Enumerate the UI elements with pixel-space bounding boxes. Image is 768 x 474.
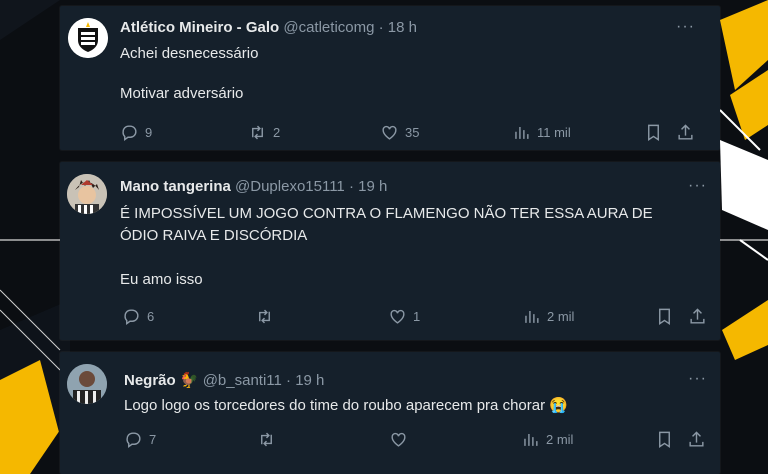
- share-icon: [678, 124, 693, 140]
- views-icon: [515, 126, 529, 139]
- bookmark-button[interactable]: [644, 123, 663, 142]
- bookmark-button[interactable]: [655, 307, 674, 326]
- retweet-icon: [259, 309, 270, 324]
- reply-icon: [124, 309, 139, 326]
- tweet-line: ÓDIO RAIVA E DISCÓRDIA: [120, 227, 308, 244]
- reply-count: 9: [145, 125, 153, 140]
- views-button[interactable]: 2 mil: [521, 430, 573, 449]
- views-count: 2 mil: [547, 309, 575, 324]
- tweet-line: Eu amo isso: [120, 271, 203, 288]
- author-handle[interactable]: @b_santi11: [203, 372, 282, 389]
- tweet-header: Negrão 🐓 @b_santi11 · 19 h: [124, 371, 324, 389]
- reply-count: 7: [149, 432, 157, 447]
- heart-icon: [391, 432, 406, 447]
- author-name[interactable]: Mano tangerina: [120, 178, 231, 195]
- like-button[interactable]: [389, 430, 414, 449]
- views-icon: [524, 433, 538, 446]
- tweet-header: Mano tangerina @Duplexo15111 · 19 h: [120, 178, 387, 195]
- cartoon-avatar-icon: [67, 174, 107, 214]
- crest-avatar-icon: [68, 18, 108, 58]
- like-count: 1: [413, 309, 421, 324]
- views-count: 11 mil: [537, 125, 571, 140]
- bookmark-icon: [659, 431, 670, 448]
- like-button[interactable]: 1: [388, 307, 420, 326]
- author-handle[interactable]: @Duplexo15111: [235, 178, 345, 195]
- reply-count: 6: [147, 309, 155, 324]
- reply-icon: [126, 432, 141, 449]
- reply-icon: [122, 125, 137, 142]
- tweet-card[interactable]: Mano tangerina @Duplexo15111 · 19 h ··· …: [60, 162, 720, 340]
- tweet-card[interactable]: Atlético Mineiro - Galo @catleticomg · 1…: [60, 6, 720, 150]
- more-options-icon[interactable]: ···: [676, 18, 695, 36]
- retweet-button[interactable]: [257, 430, 282, 449]
- reply-button[interactable]: 7: [124, 430, 156, 449]
- tweet-actions: 9 2 35 11 mil: [120, 123, 700, 143]
- tweet-line: [120, 64, 680, 84]
- tweet-actions: 7 2 mil: [124, 430, 714, 450]
- bookmark-icon: [659, 308, 670, 325]
- tweet-text: Logo logo os torcedores do time do roubo…: [124, 396, 714, 416]
- heart-icon: [382, 125, 397, 140]
- share-icon: [690, 308, 705, 324]
- timestamp[interactable]: · 18 h: [379, 19, 417, 36]
- avatar[interactable]: [67, 174, 107, 214]
- retweet-icon: [261, 432, 272, 447]
- tweet-actions: 6 1 2 mil: [122, 307, 712, 327]
- share-button[interactable]: [688, 307, 707, 326]
- author-name[interactable]: Negrão 🐓: [124, 372, 199, 389]
- bookmark-button[interactable]: [655, 430, 674, 449]
- share-button[interactable]: [676, 123, 695, 142]
- tweet-text: Achei desnecessário Motivar adversário: [120, 44, 680, 104]
- tweet-line: Achei desnecessário: [120, 45, 259, 62]
- share-button[interactable]: [687, 430, 706, 449]
- timestamp[interactable]: · 19 h: [349, 178, 387, 195]
- views-button[interactable]: 11 mil: [512, 123, 571, 142]
- retweet-button[interactable]: 2: [248, 123, 280, 142]
- like-button[interactable]: 35: [380, 123, 419, 142]
- views-icon: [525, 310, 539, 323]
- tweet-line: [120, 247, 710, 269]
- reply-button[interactable]: 9: [120, 123, 152, 142]
- views-button[interactable]: 2 mil: [522, 307, 574, 326]
- tweet-line: Motivar adversário: [120, 85, 244, 102]
- more-options-icon[interactable]: ···: [688, 370, 707, 388]
- reply-button[interactable]: 6: [122, 307, 154, 326]
- avatar[interactable]: [68, 18, 108, 58]
- heart-icon: [390, 309, 405, 324]
- like-count: 35: [405, 125, 420, 140]
- avatar[interactable]: [67, 364, 107, 404]
- author-name[interactable]: Atlético Mineiro - Galo: [120, 19, 279, 36]
- retweet-icon: [252, 125, 263, 140]
- retweet-count: 2: [273, 125, 281, 140]
- timestamp[interactable]: · 19 h: [286, 372, 324, 389]
- retweet-button[interactable]: [255, 307, 280, 326]
- tweet-line: É IMPOSSÍVEL UM JOGO CONTRA O FLAMENGO N…: [120, 205, 653, 222]
- share-icon: [689, 431, 704, 447]
- more-options-icon[interactable]: ···: [688, 177, 707, 195]
- author-handle[interactable]: @catleticomg: [283, 19, 374, 36]
- bookmark-icon: [648, 124, 659, 141]
- tweet-card[interactable]: Negrão 🐓 @b_santi11 · 19 h ··· Logo logo…: [60, 352, 720, 474]
- tweet-line: Logo logo os torcedores do time do roubo…: [124, 397, 568, 414]
- views-count: 2 mil: [546, 432, 574, 447]
- photo-avatar-icon: [67, 364, 107, 404]
- tweet-header: Atlético Mineiro - Galo @catleticomg · 1…: [120, 19, 417, 36]
- tweet-text: É IMPOSSÍVEL UM JOGO CONTRA O FLAMENGO N…: [120, 203, 710, 291]
